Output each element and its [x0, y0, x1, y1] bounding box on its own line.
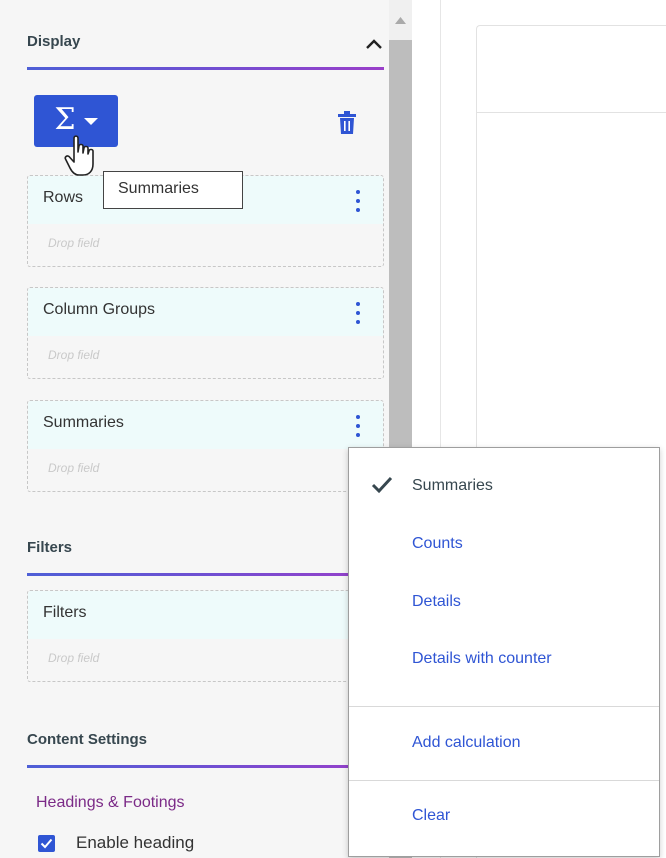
menu-item-counts[interactable]: Counts	[412, 535, 463, 553]
scroll-up-arrow-icon[interactable]	[389, 10, 412, 30]
menu-item-summaries[interactable]: Summaries	[412, 477, 493, 495]
summaries-tooltip: Summaries	[103, 171, 243, 209]
kebab-menu-icon[interactable]	[355, 415, 361, 437]
display-section-rule	[27, 67, 384, 70]
check-icon	[371, 476, 393, 494]
kebab-menu-icon[interactable]	[355, 302, 361, 324]
zone-label: Rows	[43, 189, 84, 206]
caret-down-icon	[83, 117, 98, 125]
chevron-up-icon[interactable]	[364, 36, 384, 52]
kebab-menu-icon[interactable]	[355, 190, 361, 212]
enable-heading-label: Enable heading	[76, 833, 195, 852]
trash-icon[interactable]	[336, 110, 358, 136]
menu-item-details[interactable]: Details	[412, 593, 461, 611]
menu-item-details-with-counter[interactable]: Details with counter	[412, 650, 552, 668]
enable-heading-checkbox[interactable]	[38, 835, 55, 852]
drop-placeholder: Drop field	[48, 236, 100, 250]
zone-label: Filters	[43, 604, 87, 621]
drop-placeholder: Drop field	[48, 348, 100, 362]
drop-placeholder: Drop field	[48, 461, 100, 475]
filters-dropzone[interactable]: Filters Drop field	[27, 590, 384, 682]
zone-label: Summaries	[43, 414, 124, 431]
content-settings-title: Content Settings	[27, 731, 147, 748]
summary-type-menu: Summaries Counts Details Details with co…	[348, 447, 660, 857]
column-groups-dropzone[interactable]: Column Groups Drop field	[27, 287, 384, 379]
filters-section-rule	[27, 573, 384, 576]
menu-separator	[349, 780, 659, 781]
zone-label: Column Groups	[43, 301, 156, 318]
filters-section-title: Filters	[27, 539, 73, 556]
display-section-title: Display	[27, 33, 81, 50]
hand-cursor-icon	[64, 135, 94, 176]
content-settings-rule	[27, 765, 384, 768]
menu-separator	[349, 706, 659, 707]
headings-footings-subheading: Headings & Footings	[36, 794, 185, 811]
drop-placeholder: Drop field	[48, 651, 100, 665]
canvas-rule	[477, 112, 666, 113]
menu-item-clear[interactable]: Clear	[412, 807, 450, 825]
menu-item-add-calculation[interactable]: Add calculation	[412, 734, 521, 752]
sigma-icon: Σ	[54, 102, 76, 137]
check-icon	[40, 838, 53, 849]
summaries-dropzone[interactable]: Summaries Drop field	[27, 400, 384, 492]
